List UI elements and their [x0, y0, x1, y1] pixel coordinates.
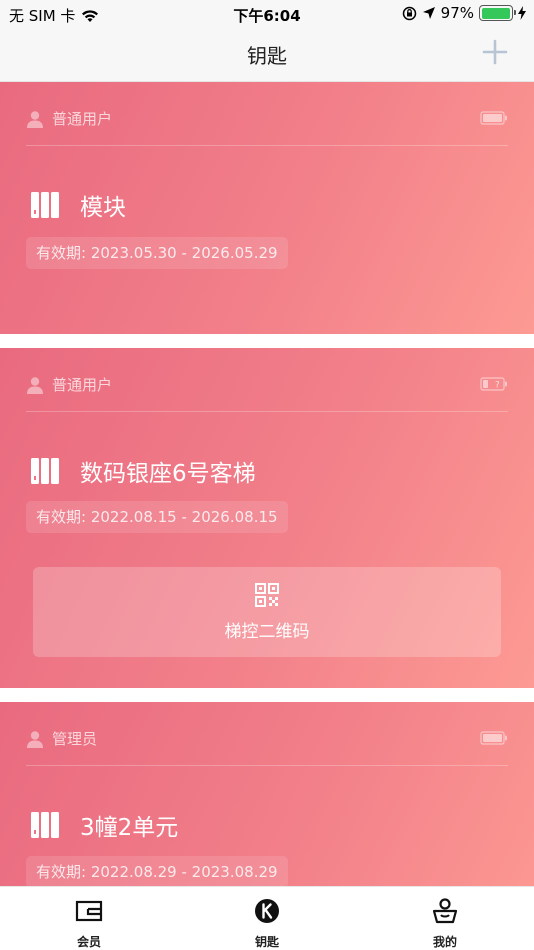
plus-icon[interactable]: [482, 39, 508, 65]
orientation-lock-icon: [402, 6, 416, 20]
card-title-text: 模块: [80, 195, 126, 221]
card-title: 3幢2单元: [30, 808, 178, 842]
card-title: 模块: [30, 188, 126, 222]
location-arrow-icon: [422, 7, 435, 19]
tab-label: 我的: [432, 935, 457, 949]
card-title-text: 数码银座6号客梯: [80, 461, 256, 487]
tab-label: 钥匙: [254, 935, 279, 949]
validity-label: 有效期:: [36, 863, 87, 881]
door-module-icon: [31, 458, 59, 484]
card-header: 管理员: [26, 728, 508, 766]
validity-range: 2022.08.29 - 2023.08.29: [90, 863, 278, 881]
device-battery-unknown-icon: ?: [480, 377, 507, 391]
key-card[interactable]: 普通用户 模块 有效期: 2023.05.30 - 2026.05.29: [0, 82, 534, 334]
validity-range: 2023.05.30 - 2026.05.29: [90, 244, 278, 262]
battery-percent: 97%: [440, 4, 474, 22]
qr-code-icon: [255, 583, 279, 607]
validity-range: 2022.08.15 - 2026.08.15: [90, 508, 278, 526]
tab-mine[interactable]: 我的: [356, 887, 534, 950]
status-bar: 无 SIM 卡 下午6:04 97%: [0, 0, 534, 28]
validity-badge: 有效期: 2023.05.30 - 2026.05.29: [26, 237, 288, 269]
card-icon: [75, 900, 103, 922]
tab-keys[interactable]: 钥匙: [178, 887, 356, 950]
key-logo-icon: [255, 899, 279, 923]
card-header: 普通用户: [26, 108, 508, 146]
key-card[interactable]: 普通用户 ? 数码银座6号客梯 有效期: 2022.08.15 - 2026.0…: [0, 348, 534, 688]
battery-icon: [479, 5, 516, 21]
tab-label: 会员: [76, 935, 101, 949]
role-label: 普通用户: [26, 108, 112, 129]
role-label: 管理员: [26, 728, 97, 749]
user-icon: [27, 730, 43, 748]
user-icon: [27, 110, 43, 128]
card-title: 数码银座6号客梯: [30, 454, 256, 488]
charging-bolt-icon: [518, 6, 526, 20]
key-card[interactable]: 管理员 3幢2单元 有效期: 2022.08.29 - 2023.08.29: [0, 702, 534, 886]
validity-badge: 有效期: 2022.08.15 - 2026.08.15: [26, 501, 288, 533]
device-battery-icon: [480, 731, 507, 745]
validity-label: 有效期:: [36, 244, 87, 262]
role-text: 普通用户: [52, 110, 113, 128]
device-battery-icon: [480, 111, 507, 125]
door-module-icon: [31, 192, 59, 218]
tab-member[interactable]: 会员: [0, 887, 178, 950]
qr-button-label: 梯控二维码: [224, 622, 310, 642]
nav-bar: 钥匙: [0, 28, 534, 82]
user-basket-icon: [432, 898, 458, 924]
key-list[interactable]: 普通用户 模块 有效期: 2023.05.30 - 2026.05.29 普通用…: [0, 82, 534, 886]
role-text: 管理员: [52, 730, 98, 748]
door-module-icon: [31, 812, 59, 838]
card-header: 普通用户 ?: [26, 374, 508, 412]
user-icon: [27, 376, 43, 394]
battery-fill: [481, 7, 510, 19]
validity-badge: 有效期: 2022.08.29 - 2023.08.29: [26, 856, 288, 886]
status-right: 97%: [402, 4, 526, 22]
tab-bar: 会员 钥匙 我的: [0, 886, 534, 950]
elevator-qr-button[interactable]: 梯控二维码: [33, 567, 501, 657]
card-title-text: 3幢2单元: [80, 815, 179, 841]
page-title: 钥匙: [247, 44, 287, 68]
role-text: 普通用户: [52, 376, 113, 394]
validity-label: 有效期:: [36, 508, 87, 526]
role-label: 普通用户: [26, 374, 112, 395]
svg-text:?: ?: [495, 381, 500, 391]
